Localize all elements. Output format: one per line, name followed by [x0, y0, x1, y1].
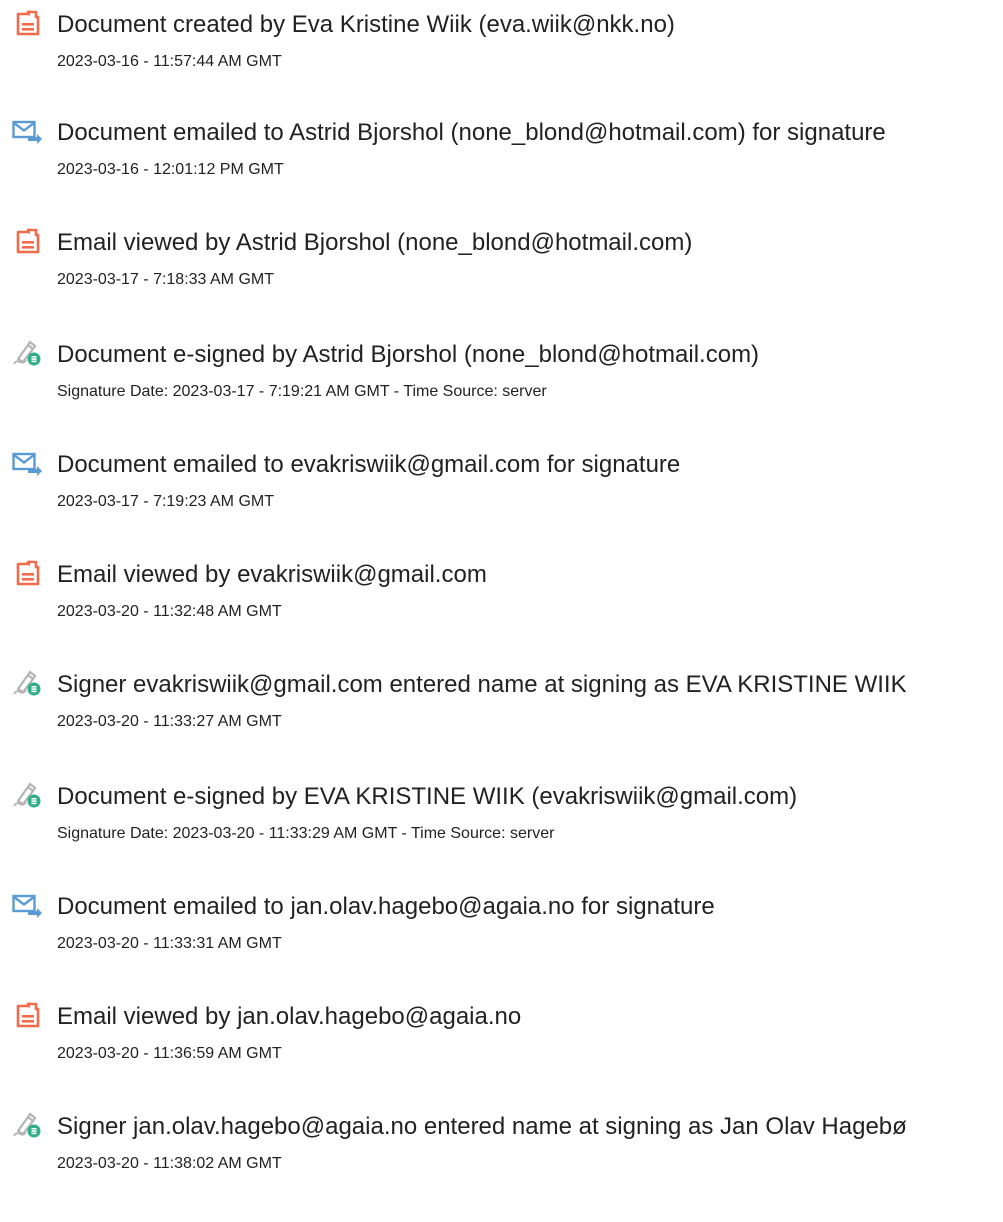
- document-created-icon: [12, 1002, 42, 1028]
- event-title: Document e-signed by Astrid Bjorshol (no…: [57, 341, 760, 368]
- event-title: Email viewed by Astrid Bjorshol (none_bl…: [57, 229, 693, 256]
- audit-event: Document e-signed by Astrid Bjorshol (no…: [0, 340, 1003, 420]
- event-timestamp: 2023-03-17 - 7:18:33 AM GMT: [57, 271, 274, 288]
- event-title: Document emailed to evakriswiik@gmail.co…: [57, 451, 681, 478]
- event-timestamp: 2023-03-20 - 11:36:59 AM GMT: [57, 1045, 282, 1062]
- audit-event: Email viewed by jan.olav.hagebo@agaia.no…: [0, 1002, 1003, 1082]
- email-sent-icon: [12, 892, 42, 918]
- audit-event: Email viewed by Astrid Bjorshol (none_bl…: [0, 228, 1003, 308]
- email-sent-icon: [12, 450, 42, 476]
- audit-event: Document emailed to Astrid Bjorshol (non…: [0, 118, 1003, 198]
- event-title: Document created by Eva Kristine Wiik (e…: [57, 11, 675, 38]
- event-timestamp: 2023-03-20 - 11:33:27 AM GMT: [57, 713, 282, 730]
- event-timestamp: 2023-03-17 - 7:19:23 AM GMT: [57, 493, 274, 510]
- event-title: Email viewed by evakriswiik@gmail.com: [57, 561, 487, 588]
- event-timestamp: 2023-03-16 - 12:01:12 PM GMT: [57, 161, 284, 178]
- event-timestamp: Signature Date: 2023-03-17 - 7:19:21 AM …: [57, 383, 547, 400]
- audit-event: Signer evakriswiik@gmail.com entered nam…: [0, 670, 1003, 750]
- audit-event: Document e-signed by EVA KRISTINE WIIK (…: [0, 782, 1003, 862]
- audit-event: Document created by Eva Kristine Wiik (e…: [0, 10, 1003, 90]
- document-created-icon: [12, 10, 42, 36]
- event-timestamp: Signature Date: 2023-03-20 - 11:33:29 AM…: [57, 825, 555, 842]
- event-timestamp: 2023-03-16 - 11:57:44 AM GMT: [57, 53, 282, 70]
- audit-event: Signer jan.olav.hagebo@agaia.no entered …: [0, 1112, 1003, 1192]
- audit-event: Document emailed to evakriswiik@gmail.co…: [0, 450, 1003, 530]
- document-created-icon: [12, 560, 42, 586]
- email-sent-icon: [12, 118, 42, 144]
- event-title: Signer jan.olav.hagebo@agaia.no entered …: [57, 1113, 907, 1140]
- event-title: Document emailed to Astrid Bjorshol (non…: [57, 119, 886, 146]
- e-sign-icon: [12, 340, 42, 366]
- event-title: Signer evakriswiik@gmail.com entered nam…: [57, 671, 907, 698]
- e-sign-icon: [12, 1112, 42, 1138]
- audit-event: Document emailed to jan.olav.hagebo@agai…: [0, 892, 1003, 972]
- e-sign-icon: [12, 782, 42, 808]
- event-title: Document e-signed by EVA KRISTINE WIIK (…: [57, 783, 798, 810]
- event-title: Email viewed by jan.olav.hagebo@agaia.no: [57, 1003, 522, 1030]
- e-sign-icon: [12, 670, 42, 696]
- event-title: Document emailed to jan.olav.hagebo@agai…: [57, 893, 715, 920]
- audit-event: Email viewed by evakriswiik@gmail.com 20…: [0, 560, 1003, 640]
- event-timestamp: 2023-03-20 - 11:38:02 AM GMT: [57, 1155, 282, 1172]
- event-timestamp: 2023-03-20 - 11:33:31 AM GMT: [57, 935, 282, 952]
- event-timestamp: 2023-03-20 - 11:32:48 AM GMT: [57, 603, 282, 620]
- document-created-icon: [12, 228, 42, 254]
